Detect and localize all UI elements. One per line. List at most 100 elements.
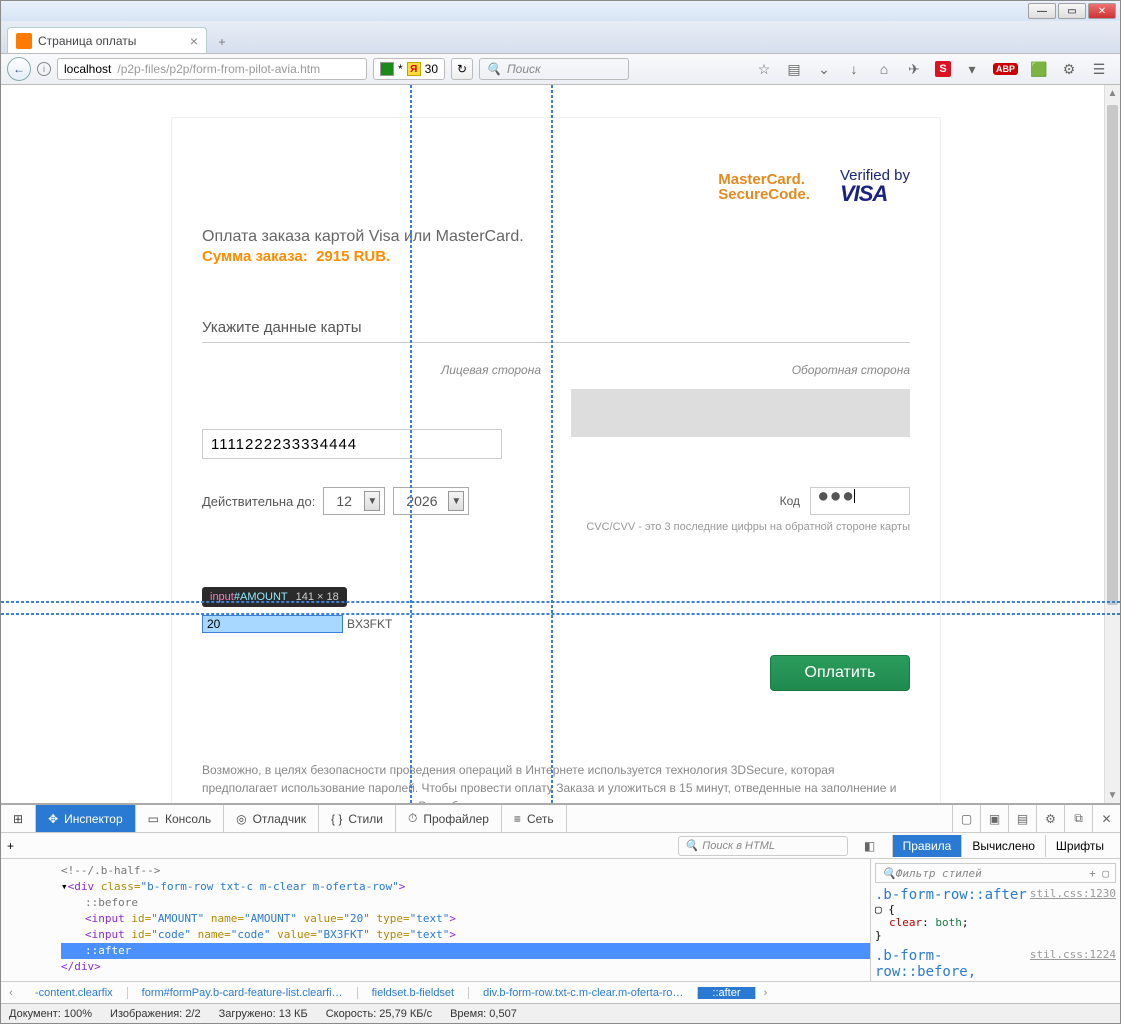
breadcrumb-prev-icon[interactable]: ‹ bbox=[1, 987, 21, 999]
pocket-icon[interactable]: ⌄ bbox=[815, 60, 833, 78]
search-box[interactable]: 🔍 Поиск bbox=[479, 58, 629, 80]
window-minimize-button[interactable]: — bbox=[1028, 3, 1056, 19]
url-path: /p2p-files/p2p/form-from-pilot-avia.htm bbox=[117, 62, 320, 76]
crumb[interactable]: -content.clearfix bbox=[21, 987, 128, 999]
breadcrumb-next-icon[interactable]: › bbox=[756, 987, 776, 999]
tab-console[interactable]: ▭ Консоль bbox=[136, 805, 224, 832]
browser-tab[interactable]: Страница оплаты × bbox=[7, 27, 207, 53]
devtools-panel: ⊞ ✥ Инспектор ▭ Консоль ◎ Отладчик { } С… bbox=[1, 803, 1120, 1003]
dom-selected-row[interactable]: ::after bbox=[61, 943, 870, 959]
tab-debugger[interactable]: ◎ Отладчик bbox=[224, 805, 319, 832]
cvv-label: Код bbox=[780, 494, 800, 508]
expiry-year-select[interactable]: 2026▼ bbox=[393, 487, 469, 515]
browser-tabstrip: Страница оплаты × + bbox=[1, 21, 1120, 53]
mastercard-logo: MasterCard.SecureCode. bbox=[718, 172, 810, 202]
search-placeholder: Поиск bbox=[507, 62, 541, 76]
nav-back-button[interactable]: ← bbox=[7, 57, 31, 81]
css-rules-panel[interactable]: 🔍 Фильтр стилей+ ▢ stil.css:1230.b-form-… bbox=[870, 859, 1120, 981]
dropdown-icon[interactable]: ▾ bbox=[963, 60, 981, 78]
tab-inspector[interactable]: ✥ Инспектор bbox=[36, 805, 136, 832]
chevron-down-icon: ▼ bbox=[364, 491, 380, 511]
status-images: Изображения: 2/2 bbox=[110, 1008, 201, 1020]
status-document: Документ: 100% bbox=[9, 1008, 92, 1020]
devtools-close-icon[interactable]: ✕ bbox=[1092, 805, 1120, 832]
menu-icon[interactable]: ☰ bbox=[1090, 60, 1108, 78]
pay-button[interactable]: Оплатить bbox=[770, 655, 910, 691]
devtools-popout-icon[interactable]: ⧉ bbox=[1064, 805, 1092, 832]
yandex-count: 30 bbox=[425, 62, 438, 76]
crumb[interactable]: form#formPay.b-card-feature-list.clearfi… bbox=[128, 987, 358, 999]
status-bar: Документ: 100% Изображения: 2/2 Загружен… bbox=[1, 1003, 1120, 1023]
dom-breadcrumb[interactable]: ‹ -content.clearfix form#formPay.b-card-… bbox=[1, 981, 1120, 1003]
page-viewport: MasterCard.SecureCode. Verified byVISA О… bbox=[1, 85, 1120, 803]
visa-logo: Verified byVISA bbox=[840, 168, 910, 205]
page-heading: Оплата заказа картой Visa или MasterCard… bbox=[202, 228, 910, 246]
devtools-add-button[interactable]: + bbox=[7, 839, 14, 853]
tab-profiler[interactable]: ⏱ Профайлер bbox=[396, 805, 502, 832]
card-back-label: Оборотная сторона bbox=[571, 363, 910, 377]
tab-close-icon[interactable]: × bbox=[190, 33, 198, 49]
bookmark-star-icon[interactable]: ☆ bbox=[755, 60, 773, 78]
tab-favicon-icon bbox=[16, 33, 32, 49]
search-icon: 🔍 bbox=[486, 62, 501, 76]
css-source-link[interactable]: stil.css:1224 bbox=[1030, 948, 1116, 961]
dom-tree[interactable]: <!--/.b-half--> ▾<div class="b-form-row … bbox=[1, 859, 870, 981]
tab-network[interactable]: ≡ Сеть bbox=[502, 805, 567, 832]
window-titlebar: — ▭ ✕ bbox=[1, 1, 1120, 21]
s-extension-icon[interactable]: S bbox=[935, 61, 951, 77]
scrollbar-thumb[interactable] bbox=[1107, 105, 1118, 605]
yandex-icon: Я bbox=[407, 62, 421, 76]
sidetab-rules[interactable]: Правила bbox=[892, 835, 962, 857]
crumb-active[interactable]: ::after bbox=[698, 987, 755, 999]
devtools-settings-icon[interactable]: ⚙ bbox=[1036, 805, 1064, 832]
amount-input[interactable] bbox=[202, 615, 343, 633]
crumb[interactable]: fieldset.b-fieldset bbox=[358, 987, 470, 999]
abp-extension-icon[interactable]: ABP bbox=[993, 63, 1018, 75]
sidetab-fonts[interactable]: Шрифты bbox=[1045, 835, 1114, 857]
devtools-pick-button[interactable]: ⊞ bbox=[1, 805, 36, 832]
google-icon bbox=[380, 62, 394, 76]
gear-icon[interactable]: ⚙ bbox=[1060, 60, 1078, 78]
card-front-label: Лицевая сторона bbox=[202, 363, 541, 377]
address-bar[interactable]: localhost/p2p-files/p2p/form-from-pilot-… bbox=[57, 58, 367, 80]
tab-styles[interactable]: { } Стили bbox=[319, 805, 396, 832]
status-loaded: Загружено: 13 КБ bbox=[219, 1008, 308, 1020]
crumb[interactable]: div.b-form-row.txt-c.m-clear.m-oferta-ro… bbox=[469, 987, 698, 999]
disclaimer-1: Возможно, в целях безопасности проведени… bbox=[202, 761, 910, 803]
toggle-html-panel-icon[interactable]: ◧ bbox=[856, 839, 884, 853]
code-value: BX3FKT bbox=[347, 617, 392, 631]
window-maximize-button[interactable]: ▭ bbox=[1058, 3, 1086, 19]
toolbar-chip[interactable]: * Я 30 bbox=[373, 58, 445, 80]
cvv-input[interactable]: ●●● bbox=[810, 487, 910, 515]
card-magstripe bbox=[571, 389, 910, 437]
css-source-link[interactable]: stil.css:1230 bbox=[1030, 887, 1116, 900]
reload-button[interactable]: ↻ bbox=[451, 58, 473, 80]
status-speed: Скорость: 25,79 КБ/с bbox=[326, 1008, 432, 1020]
order-amount: Сумма заказа: 2915 RUB. bbox=[202, 248, 910, 265]
sidetab-computed[interactable]: Вычислено bbox=[961, 835, 1045, 857]
devtools-dock2-icon[interactable]: ▤ bbox=[1008, 805, 1036, 832]
devtools-dock-icon[interactable]: ▣ bbox=[980, 805, 1008, 832]
downloads-icon[interactable]: ↓ bbox=[845, 60, 863, 78]
home-icon[interactable]: ⌂ bbox=[875, 60, 893, 78]
payment-form: MasterCard.SecureCode. Verified byVISA О… bbox=[171, 117, 941, 803]
vertical-scrollbar[interactable]: ▲ ▼ bbox=[1104, 85, 1120, 803]
site-info-icon[interactable]: i bbox=[37, 62, 51, 76]
extension-s3-icon[interactable]: 🟩 bbox=[1030, 60, 1048, 78]
chip-star: * bbox=[398, 62, 403, 76]
new-tab-button[interactable]: + bbox=[209, 31, 235, 53]
scroll-up-icon[interactable]: ▲ bbox=[1105, 85, 1120, 101]
url-host: localhost bbox=[64, 62, 111, 76]
card-number-input[interactable] bbox=[202, 429, 502, 459]
inspector-tooltip: input#AMOUNT 141 × 18 bbox=[202, 587, 347, 607]
expiry-month-select[interactable]: 12▼ bbox=[323, 487, 385, 515]
reader-icon[interactable]: ▤ bbox=[785, 60, 803, 78]
html-search-input[interactable]: 🔍 Поиск в HTML bbox=[678, 836, 848, 856]
window-close-button[interactable]: ✕ bbox=[1088, 3, 1116, 19]
devtools-splitview-icon[interactable]: ▢ bbox=[952, 805, 980, 832]
cvv-hint: CVC/CVV - это 3 последние цифры на обрат… bbox=[571, 521, 910, 533]
style-filter-input[interactable]: 🔍 Фильтр стилей+ ▢ bbox=[875, 863, 1116, 883]
send-icon[interactable]: ✈ bbox=[905, 60, 923, 78]
status-time: Время: 0,507 bbox=[450, 1008, 517, 1020]
scroll-down-icon[interactable]: ▼ bbox=[1105, 787, 1120, 803]
